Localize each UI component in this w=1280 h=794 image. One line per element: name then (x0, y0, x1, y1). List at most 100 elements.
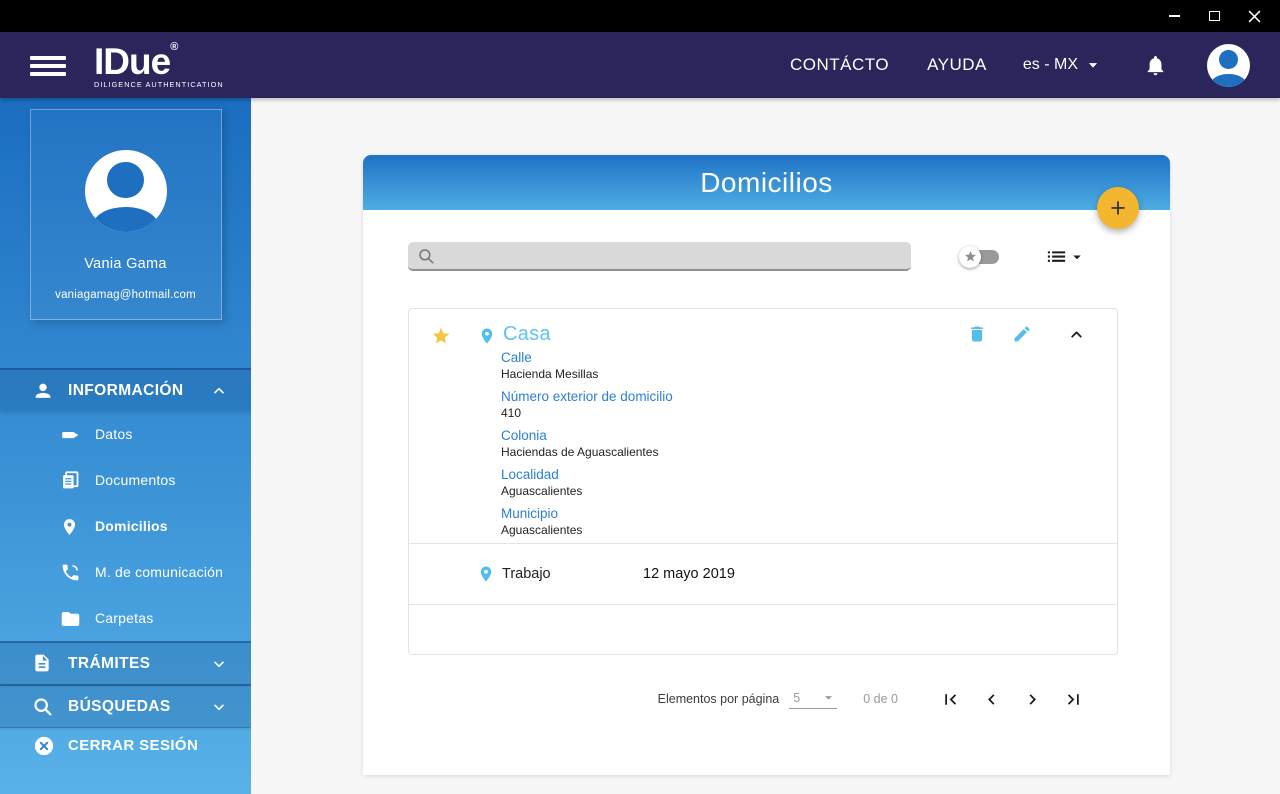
toolbar (408, 242, 1086, 271)
favorite-star-icon[interactable] (431, 326, 451, 346)
caret-down-icon (1073, 255, 1081, 259)
page-header: Domicilios (363, 155, 1170, 210)
plus-icon: + (1110, 192, 1126, 223)
avatar-head (1219, 49, 1238, 69)
per-page-value: 5 (793, 690, 801, 705)
sidebar-item-label: Domicilios (95, 518, 168, 534)
minimize-icon (1168, 15, 1180, 17)
per-page-label: Elementos por página (657, 692, 780, 706)
logo-text: IDue (94, 40, 171, 82)
add-address-button[interactable]: + (1097, 187, 1139, 229)
main-content: Domicilios + Casa Calle Hacienda Mesilla… (251, 98, 1280, 794)
sidebar-nav: INFORMACIÓN Datos Documentos Domicilios … (0, 368, 251, 763)
page-range: 0 de 0 (863, 692, 898, 706)
registered-mark: ® (170, 40, 179, 53)
sidebar-item-documentos[interactable]: Documentos (0, 457, 251, 503)
bell-icon (1147, 55, 1164, 75)
nav-link-help[interactable]: AYUDA (927, 55, 987, 75)
caret-down-icon (1088, 63, 1098, 68)
avatar-head (107, 162, 144, 199)
sidebar-section-busquedas[interactable]: BÚSQUEDAS (0, 684, 251, 727)
profile-email: vaniagamag@hotmail.com (55, 289, 196, 301)
last-page-button[interactable] (1063, 689, 1084, 710)
window-titlebar (0, 0, 1280, 32)
view-options-dropdown[interactable] (1045, 245, 1086, 268)
location-pin-icon (477, 563, 495, 585)
address-field: Calle Hacienda Mesillas (501, 349, 1097, 383)
delete-address-button[interactable] (967, 323, 987, 345)
chevron-up-icon (211, 383, 227, 399)
notifications-button[interactable] (1144, 54, 1167, 77)
sidebar-item-carpetas[interactable]: Carpetas (0, 595, 251, 641)
favorites-toggle[interactable] (959, 245, 1001, 268)
profile-name: Vania Gama (84, 256, 167, 272)
address-list: Casa Calle Hacienda Mesillas Número exte… (408, 308, 1118, 655)
sidebar-item-datos[interactable]: Datos (0, 411, 251, 457)
search-icon (419, 248, 434, 263)
content-card: Domicilios + Casa Calle Hacienda Mesilla… (363, 155, 1170, 775)
location-pin-icon (478, 325, 496, 347)
sidebar-menu: Datos Documentos Domicilios M. de comuni… (0, 411, 251, 641)
sidebar-section-label: BÚSQUEDAS (68, 697, 171, 715)
app-logo: IDue® DILIGENCE AUTHENTICATION (94, 40, 224, 88)
pencil-icon (1014, 326, 1030, 342)
menu-icon[interactable] (30, 52, 66, 80)
address-name: Casa (503, 323, 551, 345)
window-minimize-button[interactable] (1154, 0, 1194, 32)
search-input[interactable] (443, 242, 902, 269)
close-circle-icon (33, 735, 55, 757)
field-label: Calle (501, 350, 532, 365)
field-value: 410 (501, 406, 522, 420)
folder-icon (60, 608, 81, 629)
chevron-down-icon (211, 656, 227, 672)
close-icon (1248, 10, 1260, 22)
sidebar-item-label: Datos (95, 426, 133, 442)
address-item-collapsed[interactable]: Trabajo 12 mayo 2019 (409, 544, 1117, 604)
empty-row (409, 605, 1117, 656)
language-selector[interactable]: es - MX (1023, 56, 1102, 74)
collapse-address-button[interactable] (1068, 326, 1085, 343)
field-label: Número exterior de domicilio (501, 389, 673, 404)
window-close-button[interactable] (1234, 0, 1274, 32)
sidebar-item-m-de-comunicacion[interactable]: M. de comunicación (0, 549, 251, 595)
field-label: Colonia (501, 428, 547, 443)
avatar-torso (1211, 73, 1246, 87)
field-value: Hacienda Mesillas (501, 367, 599, 381)
address-name: Trabajo (502, 566, 551, 582)
documents-icon (60, 470, 81, 491)
address-item-expanded: Casa Calle Hacienda Mesillas Número exte… (409, 309, 1117, 543)
previous-page-button[interactable] (981, 689, 1002, 710)
sidebar-section-informacion[interactable]: INFORMACIÓN (0, 368, 251, 411)
page-title: Domicilios (700, 166, 833, 198)
logout-label: CERRAR SESIÓN (68, 737, 199, 754)
user-avatar[interactable] (1207, 43, 1250, 87)
location-pin-icon (60, 516, 81, 537)
first-page-button[interactable] (940, 689, 961, 710)
address-field: Colonia Haciendas de Aguascalientes (501, 427, 1097, 461)
window-maximize-button[interactable] (1194, 0, 1234, 32)
maximize-icon (1208, 11, 1220, 21)
search-icon (32, 696, 54, 718)
pagination-nav (940, 689, 1084, 710)
sidebar-section-label: TRÁMITES (68, 654, 151, 672)
card-icon (60, 424, 81, 445)
avatar-torso (92, 207, 159, 232)
sidebar-section-tramites[interactable]: TRÁMITES (0, 641, 251, 684)
field-value: Haciendas de Aguascalientes (501, 445, 659, 459)
document-icon (32, 653, 54, 675)
next-page-button[interactable] (1022, 689, 1043, 710)
nav-link-contact[interactable]: CONTÁCTO (790, 55, 889, 75)
list-view-icon (1047, 251, 1066, 262)
sidebar-item-domicilios[interactable]: Domicilios (0, 503, 251, 549)
per-page-select[interactable]: 5 (789, 689, 838, 709)
address-field: Número exterior de domicilio 410 (501, 388, 1097, 422)
field-label: Municipio (501, 506, 559, 521)
chevron-up-icon (1071, 330, 1082, 338)
sidebar-item-label: Documentos (95, 472, 176, 488)
logout-button[interactable]: CERRAR SESIÓN (0, 727, 251, 763)
edit-address-button[interactable] (1012, 324, 1032, 344)
field-label: Localidad (501, 467, 559, 482)
field-value: Aguascalientes (501, 523, 583, 537)
address-fields: Calle Hacienda Mesillas Número exterior … (501, 349, 1097, 539)
address-header: Casa (431, 323, 1097, 347)
